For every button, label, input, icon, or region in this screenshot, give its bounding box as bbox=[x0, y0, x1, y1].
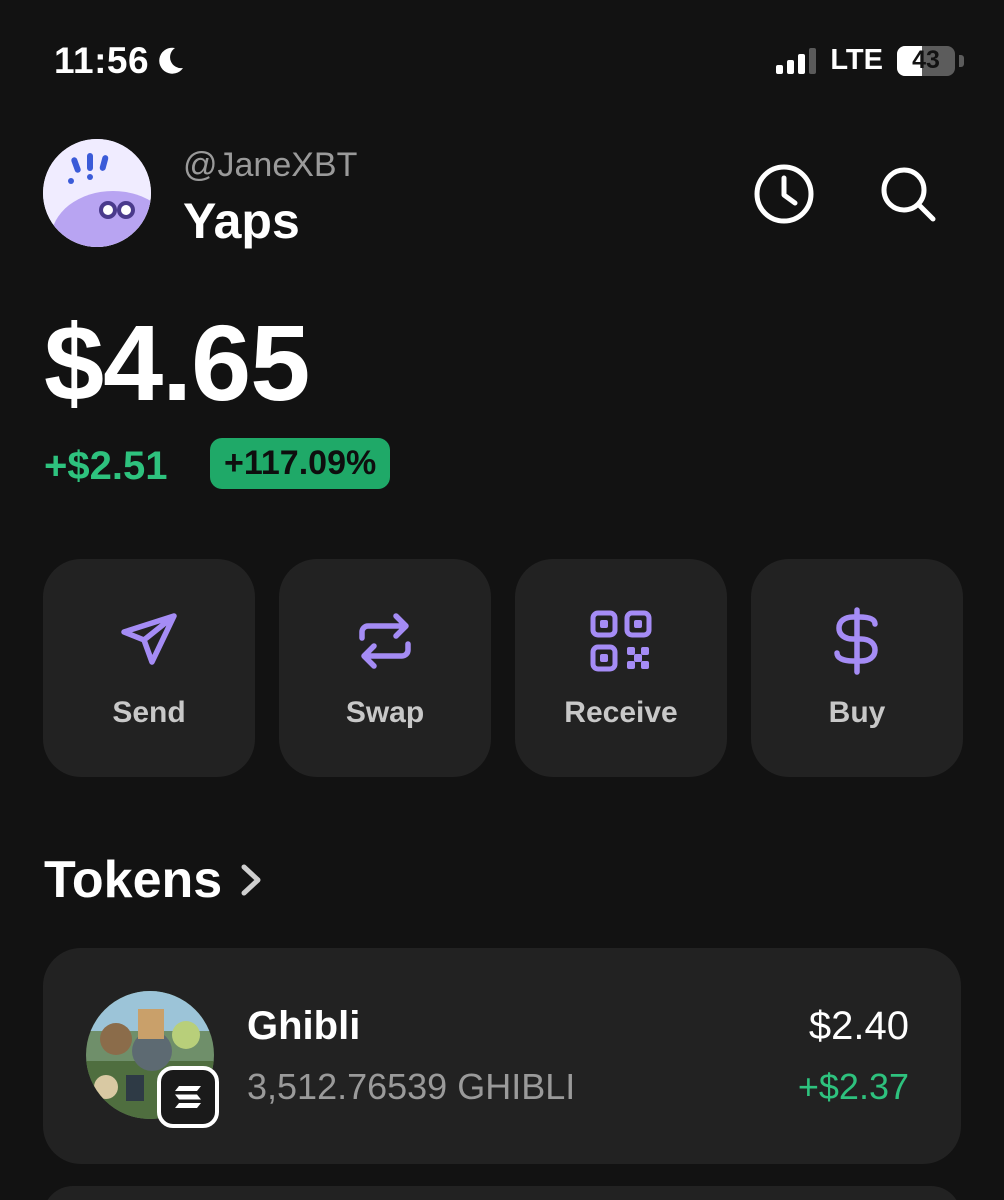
search-button[interactable] bbox=[876, 162, 940, 226]
wallet-name[interactable]: Yaps bbox=[183, 192, 300, 250]
buy-label: Buy bbox=[828, 696, 886, 729]
send-label: Send bbox=[112, 696, 186, 729]
balance-change: +$2.51 bbox=[44, 444, 168, 488]
moon-icon bbox=[159, 47, 184, 74]
signal-icon bbox=[776, 47, 817, 74]
qr-code-icon bbox=[586, 606, 656, 676]
token-amount: 3,512.76539 GHIBLI bbox=[247, 1066, 576, 1107]
swap-label: Swap bbox=[345, 696, 425, 729]
solana-chain-badge bbox=[157, 1066, 219, 1128]
receive-button[interactable]: Receive bbox=[515, 559, 727, 777]
swap-icon bbox=[350, 606, 420, 676]
change-percent-badge: +117.09% bbox=[210, 438, 391, 489]
network-label: LTE bbox=[830, 44, 883, 76]
status-indicators: LTE 43 bbox=[776, 44, 964, 77]
tokens-title: Tokens bbox=[44, 851, 223, 909]
avatar[interactable] bbox=[43, 139, 151, 247]
buy-button[interactable]: Buy bbox=[751, 559, 963, 777]
chevron-right-icon bbox=[241, 864, 261, 896]
token-row-partial[interactable] bbox=[43, 1186, 961, 1200]
history-button[interactable] bbox=[752, 162, 816, 226]
swap-button[interactable]: Swap bbox=[279, 559, 491, 777]
receive-label: Receive bbox=[564, 696, 678, 729]
token-value: $2.40 bbox=[808, 1004, 909, 1048]
action-buttons: Send Swap Receive Buy bbox=[43, 559, 963, 777]
status-time: 11:56 bbox=[54, 40, 185, 82]
battery-tip bbox=[959, 54, 964, 67]
battery-percent: 43 bbox=[912, 46, 940, 74]
token-change: +$2.37 bbox=[797, 1066, 909, 1107]
solana-icon bbox=[175, 1086, 201, 1108]
tokens-header[interactable]: Tokens bbox=[44, 850, 262, 910]
dollar-icon bbox=[822, 606, 892, 676]
search-icon bbox=[881, 167, 936, 222]
send-icon bbox=[114, 606, 184, 676]
user-handle: @JaneXBT bbox=[183, 146, 358, 184]
total-balance: $4.65 bbox=[44, 302, 310, 423]
token-row[interactable]: Ghibli 3,512.76539 GHIBLI $2.40 +$2.37 bbox=[43, 948, 961, 1164]
clock-text: 11:56 bbox=[54, 40, 150, 81]
avatar-image bbox=[43, 139, 151, 247]
token-name: Ghibli bbox=[247, 1004, 361, 1048]
battery-icon: 43 bbox=[897, 45, 955, 76]
send-button[interactable]: Send bbox=[43, 559, 255, 777]
clock-icon bbox=[754, 164, 814, 224]
